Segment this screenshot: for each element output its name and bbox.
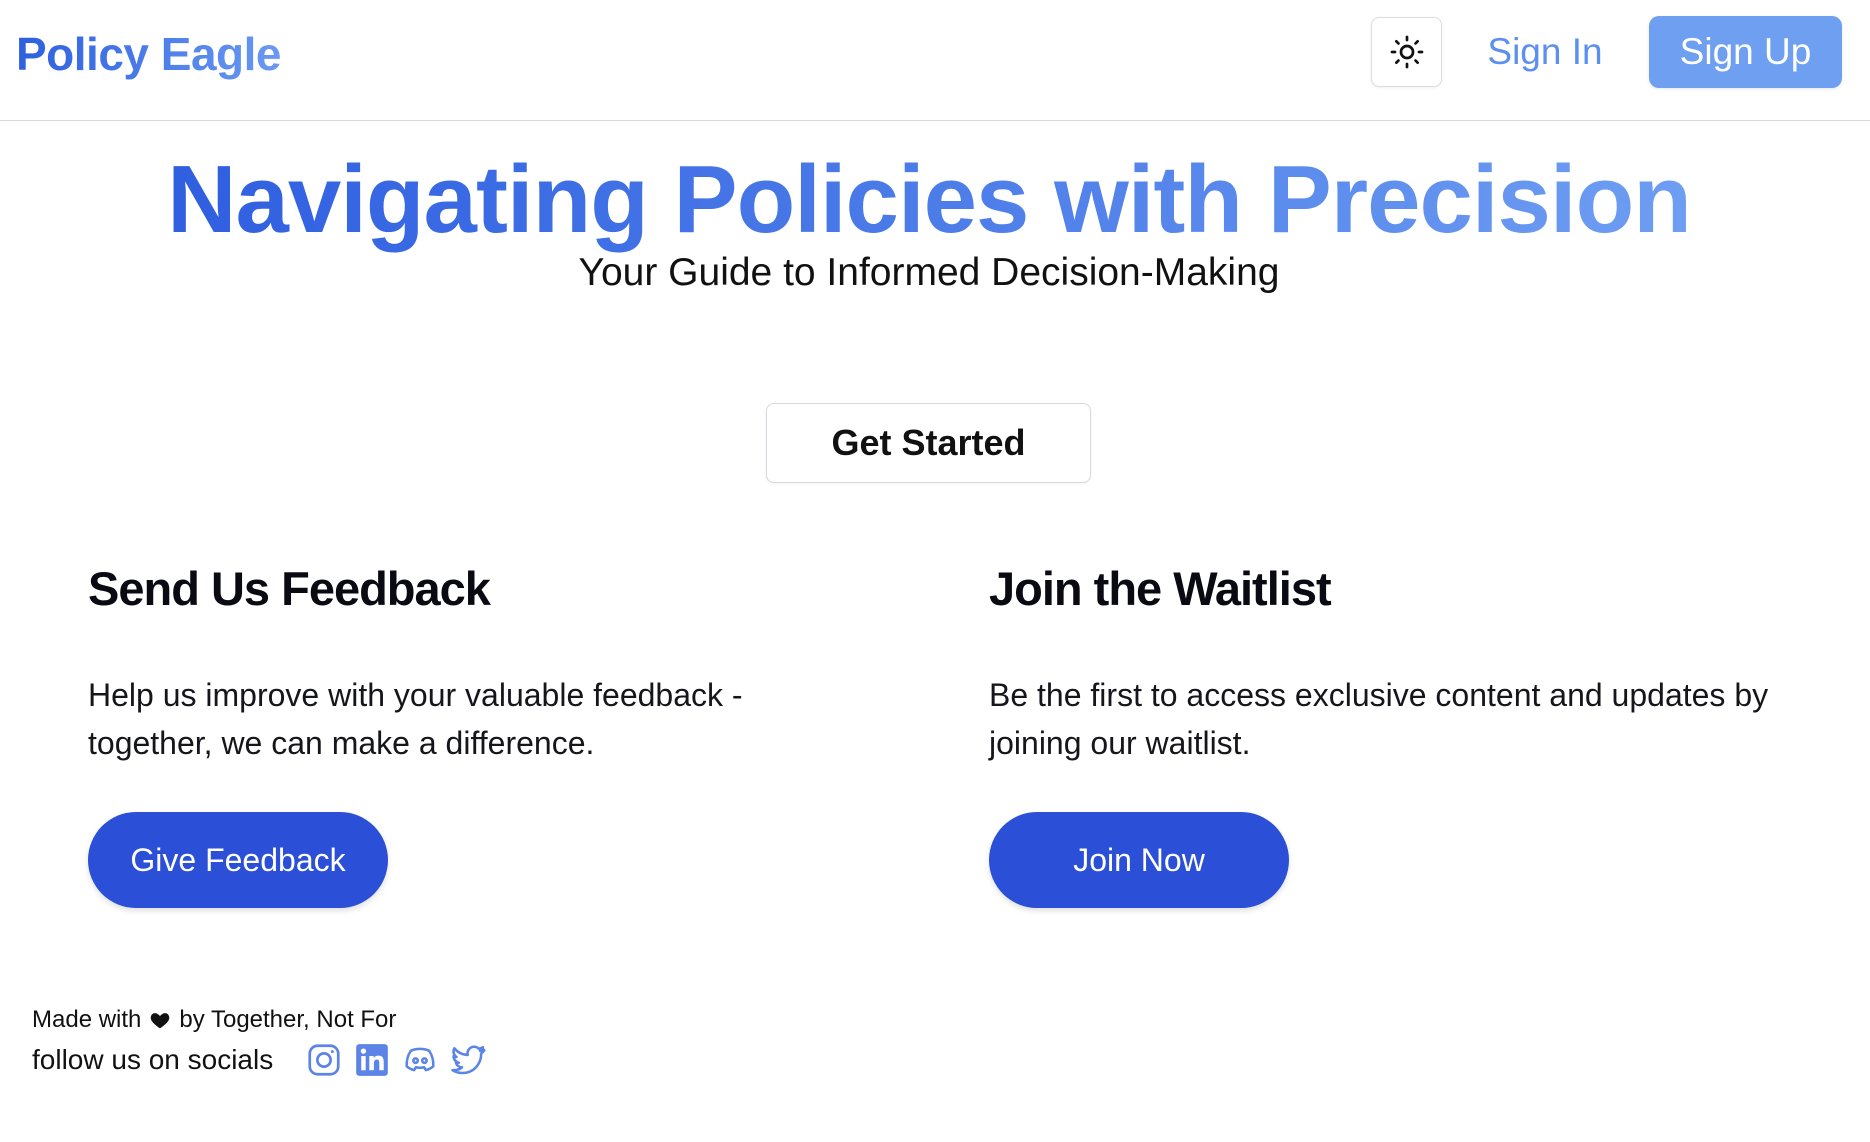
feedback-card-title: Send Us Feedback xyxy=(88,562,491,615)
sign-in-link[interactable]: Sign In xyxy=(1470,17,1620,87)
instagram-icon xyxy=(308,1044,340,1076)
twitter-link[interactable] xyxy=(449,1041,487,1079)
made-with-line: Made with by Together, Not For xyxy=(32,1002,497,1038)
join-now-button[interactable]: Join Now xyxy=(989,812,1289,908)
brand-logo-text[interactable]: Policy Eagle xyxy=(16,22,282,86)
follow-us-label: follow us on socials xyxy=(32,1044,274,1075)
discord-link[interactable] xyxy=(401,1041,439,1079)
waitlist-card-body: Be the first to access exclusive content… xyxy=(989,677,1769,761)
theme-toggle-button[interactable] xyxy=(1371,17,1442,87)
made-with-suffix: by Together, Not For xyxy=(179,1006,397,1033)
waitlist-card: Join the Waitlist Be the first to access… xyxy=(989,555,1789,908)
hero-title: Navigating Policies with Precision xyxy=(0,140,1858,260)
linkedin-link[interactable] xyxy=(353,1041,391,1079)
twitter-icon xyxy=(451,1045,486,1075)
discord-icon xyxy=(405,1047,435,1072)
sun-icon xyxy=(1390,35,1423,69)
waitlist-card-title: Join the Waitlist xyxy=(989,562,1332,615)
sign-up-button[interactable]: Sign Up xyxy=(1649,16,1842,88)
top-navbar: Policy Eagle Sign In Sign Up xyxy=(0,0,1870,121)
socials-row: follow us on socials xyxy=(32,1040,497,1080)
hero-subtitle: Your Guide to Informed Decision-Making xyxy=(578,251,1280,294)
instagram-link[interactable] xyxy=(305,1041,343,1079)
footer: Made with by Together, Not For follow us… xyxy=(32,1002,497,1080)
give-feedback-button[interactable]: Give Feedback xyxy=(88,812,388,908)
feedback-card-body: Help us improve with your valuable feedb… xyxy=(88,677,743,761)
linkedin-icon xyxy=(356,1044,389,1076)
hero-title-text: Navigating Policies with Precision xyxy=(167,146,1692,253)
feedback-card: Send Us Feedback Help us improve with yo… xyxy=(88,555,888,908)
get-started-button[interactable]: Get Started xyxy=(766,403,1091,483)
made-with-prefix: Made with xyxy=(32,1006,142,1033)
heart-icon xyxy=(151,1013,170,1029)
